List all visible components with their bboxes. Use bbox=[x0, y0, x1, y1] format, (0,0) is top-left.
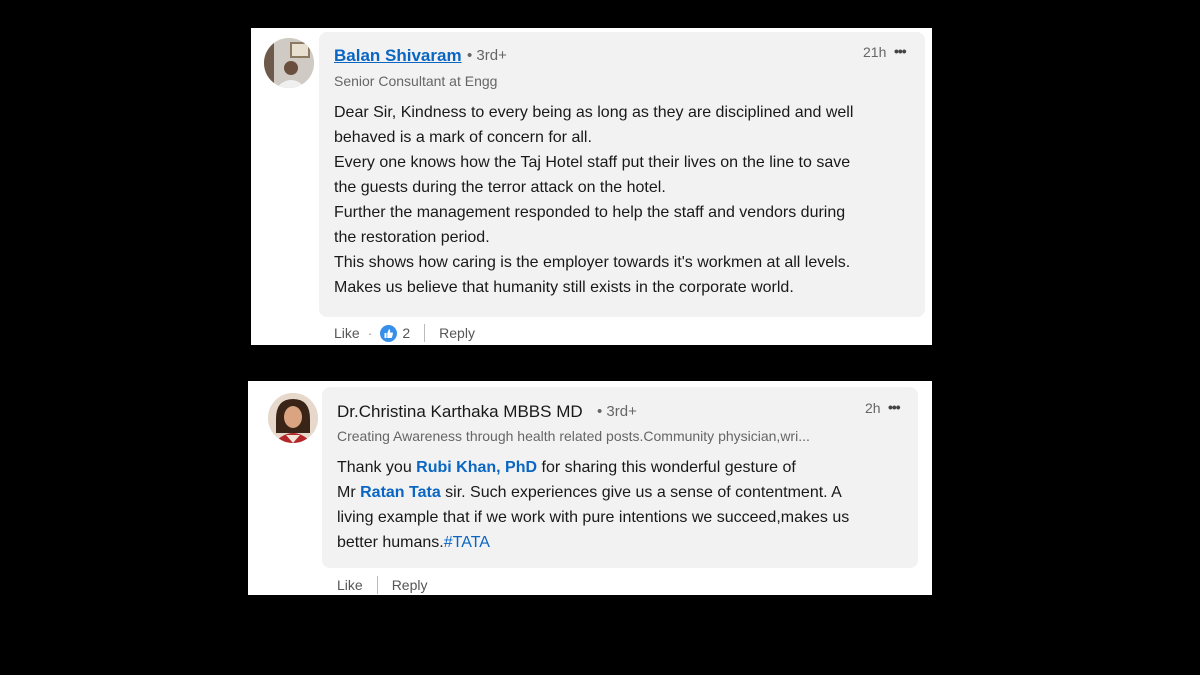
text-segment: sir. Such experiences give us a sense of… bbox=[440, 484, 842, 501]
comment-line: This shows how caring is the employer to… bbox=[334, 254, 851, 271]
comment-card: Dr.Christina Karthaka MBBS MD • 3rd+ Cre… bbox=[248, 381, 932, 595]
like-reaction-icon[interactable] bbox=[380, 324, 398, 342]
avatar[interactable] bbox=[268, 393, 318, 443]
comment-line: Thank you Rubi Khan, PhD for sharing thi… bbox=[337, 455, 849, 480]
comment-line: the restoration period. bbox=[334, 229, 490, 246]
text-segment: for sharing this wonderful gesture of bbox=[537, 459, 796, 476]
comment-line: Dear Sir, Kindness to every being as lon… bbox=[334, 104, 854, 121]
comment-line: Mr Ratan Tata sir. Such experiences give… bbox=[337, 480, 849, 505]
mention-link[interactable]: Ratan Tata bbox=[360, 484, 441, 501]
comment-text: Thank you Rubi Khan, PhD for sharing thi… bbox=[337, 455, 849, 555]
comment-line: the guests during the terror attack on t… bbox=[334, 179, 666, 196]
comment-line: better humans.#TATA bbox=[337, 530, 849, 555]
comment-line: behaved is a mark of concern for all. bbox=[334, 129, 592, 146]
text-segment: better humans. bbox=[337, 534, 444, 551]
comment-card: Balan Shivaram • 3rd+ Senior Consultant … bbox=[251, 28, 932, 345]
text-segment: Mr bbox=[337, 484, 361, 501]
comment-text: Dear Sir, Kindness to every being as lon… bbox=[334, 100, 853, 300]
divider bbox=[424, 324, 426, 342]
timestamp: 2h bbox=[865, 400, 881, 416]
connection-degree: • 3rd+ bbox=[597, 403, 637, 420]
reply-button[interactable]: Reply bbox=[439, 325, 475, 341]
like-button[interactable]: Like bbox=[334, 325, 360, 341]
more-options-icon[interactable]: ••• bbox=[894, 43, 907, 59]
comment-actions: Like · 2 Reply bbox=[334, 324, 475, 342]
author-name[interactable]: Dr.Christina Karthaka MBBS MD bbox=[337, 402, 583, 422]
divider bbox=[376, 576, 378, 594]
connection-degree: • 3rd+ bbox=[467, 47, 507, 64]
comment-line: Every one knows how the Taj Hotel staff … bbox=[334, 154, 851, 171]
comment-line: Further the management responded to help… bbox=[334, 204, 846, 221]
timestamp: 21h bbox=[863, 44, 887, 60]
comment-actions: Like Reply bbox=[337, 576, 427, 594]
reply-button[interactable]: Reply bbox=[392, 577, 428, 593]
more-options-icon[interactable]: ••• bbox=[888, 399, 901, 415]
text-segment: Thank you bbox=[337, 459, 417, 476]
avatar-photo-icon bbox=[264, 38, 314, 88]
like-button[interactable]: Like bbox=[337, 577, 363, 593]
dot-separator: · bbox=[367, 325, 373, 341]
comment-line: Makes us believe that humanity still exi… bbox=[334, 279, 794, 296]
author-headline: Senior Consultant at Engg bbox=[334, 73, 498, 89]
avatar[interactable] bbox=[264, 38, 314, 88]
mention-link[interactable]: Rubi Khan, PhD bbox=[416, 459, 537, 476]
comment-line: living example that if we work with pure… bbox=[337, 509, 850, 526]
avatar-photo-icon bbox=[268, 393, 318, 443]
author-name[interactable]: Balan Shivaram bbox=[334, 46, 462, 66]
author-headline: Creating Awareness through health relate… bbox=[337, 428, 810, 444]
reaction-count[interactable]: 2 bbox=[402, 325, 410, 341]
hashtag-link[interactable]: #TATA bbox=[444, 534, 490, 551]
